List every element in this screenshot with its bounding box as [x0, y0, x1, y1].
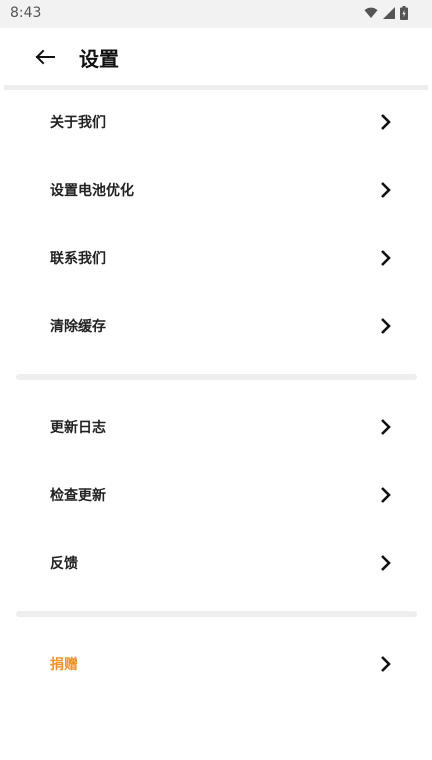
status-bar: 8:43	[0, 0, 432, 28]
settings-screen: 设置 关于我们 设置电池优化 联系我们 清除缓存 更新日志 检查更新 反馈 捐赠	[4, 28, 428, 760]
signal-icon	[383, 7, 395, 19]
chevron-right-icon	[381, 555, 391, 571]
row-label: 联系我们	[50, 251, 106, 267]
settings-row-clear-cache[interactable]: 清除缓存	[4, 292, 428, 360]
settings-row-changelog[interactable]: 更新日志	[4, 393, 428, 461]
chevron-right-icon	[381, 114, 391, 130]
chevron-right-icon	[381, 656, 391, 672]
chevron-right-icon	[381, 487, 391, 503]
row-label: 关于我们	[50, 115, 106, 131]
back-button[interactable]	[32, 44, 58, 70]
settings-row-battery-optimization[interactable]: 设置电池优化	[4, 156, 428, 224]
toolbar: 设置	[4, 28, 428, 84]
row-label: 反馈	[50, 556, 78, 572]
settings-row-donate[interactable]: 捐赠	[4, 630, 428, 698]
group-divider	[16, 374, 417, 380]
wifi-icon	[364, 7, 378, 18]
row-label: 清除缓存	[50, 319, 106, 335]
group-divider	[16, 611, 417, 617]
chevron-right-icon	[381, 182, 391, 198]
status-time: 8:43	[10, 5, 42, 21]
row-label: 检查更新	[50, 488, 106, 504]
row-label: 设置电池优化	[50, 183, 134, 199]
row-label: 更新日志	[50, 420, 106, 436]
settings-row-check-update[interactable]: 检查更新	[4, 461, 428, 529]
chevron-right-icon	[381, 318, 391, 334]
back-arrow-icon	[35, 49, 55, 65]
row-label: 捐赠	[50, 657, 78, 673]
settings-row-contact-us[interactable]: 联系我们	[4, 224, 428, 292]
chevron-right-icon	[381, 419, 391, 435]
chevron-right-icon	[381, 250, 391, 266]
settings-row-feedback[interactable]: 反馈	[4, 529, 428, 597]
battery-icon	[400, 6, 408, 20]
status-icons	[364, 6, 408, 20]
page-title: 设置	[79, 47, 119, 71]
settings-row-about-us[interactable]: 关于我们	[4, 88, 428, 156]
